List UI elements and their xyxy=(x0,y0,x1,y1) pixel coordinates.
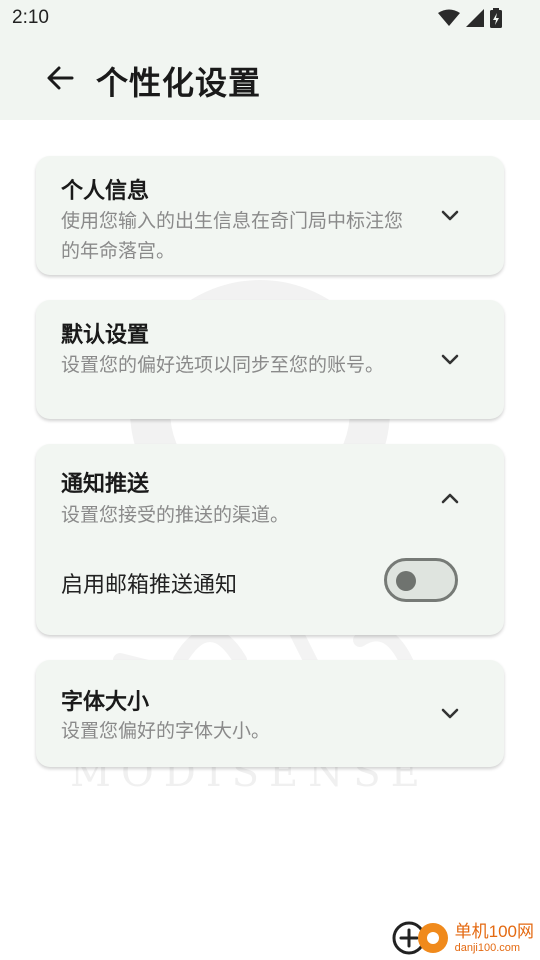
email-notification-label: 启用邮箱推送通知 xyxy=(61,573,238,598)
expand-button[interactable] xyxy=(436,202,464,230)
brand-url: danji100.com xyxy=(454,941,521,954)
toggle-knob xyxy=(396,571,416,591)
collapse-button[interactable] xyxy=(436,484,464,512)
card-title: 通知推送 xyxy=(61,472,150,497)
chevron-down-icon xyxy=(441,354,459,365)
card-font-size[interactable]: 字体大小 设置您偏好的字体大小。 xyxy=(36,660,504,767)
page-title: 个性化设置 xyxy=(96,64,262,102)
email-notification-toggle[interactable] xyxy=(384,558,458,602)
card-description: 设置您的偏好选项以同步至您的账号。 xyxy=(61,354,385,376)
card-description: 设置您偏好的字体大小。 xyxy=(61,720,271,742)
card-default-settings[interactable]: 默认设置 设置您的偏好选项以同步至您的账号。 xyxy=(36,300,504,419)
app-bar: 个性化设置 xyxy=(0,36,540,120)
arrow-back-icon xyxy=(47,66,74,90)
signal-icon xyxy=(466,9,484,27)
card-title: 个人信息 xyxy=(61,179,150,204)
card-title: 默认设置 xyxy=(61,323,150,348)
status-bar: 2:10 xyxy=(0,0,540,36)
expand-button[interactable] xyxy=(436,346,464,374)
card-personal-info[interactable]: 个人信息 使用您输入的出生信息在奇门局中标注您的年命落宫。 xyxy=(36,156,504,275)
status-time: 2:10 xyxy=(12,7,49,28)
chevron-up-icon xyxy=(441,493,459,504)
expand-button[interactable] xyxy=(436,700,464,728)
battery-icon xyxy=(490,8,502,28)
wifi-icon xyxy=(438,9,460,26)
card-description: 设置您接受的推送的渠道。 xyxy=(61,504,290,526)
card-title: 字体大小 xyxy=(61,690,150,715)
brand-watermark: 单机100网 danji100.com xyxy=(389,918,534,958)
brand-name: 单机100网 xyxy=(454,921,534,941)
card-description: 使用您输入的出生信息在奇门局中标注您的年命落宫。 xyxy=(61,210,404,262)
back-button[interactable] xyxy=(38,56,82,100)
card-notifications[interactable]: 通知推送 设置您接受的推送的渠道。 启用邮箱推送通知 xyxy=(36,444,504,635)
chevron-down-icon xyxy=(441,708,459,719)
status-icons xyxy=(438,8,502,28)
brand-logo-icon xyxy=(392,921,448,955)
chevron-down-icon xyxy=(441,210,459,221)
